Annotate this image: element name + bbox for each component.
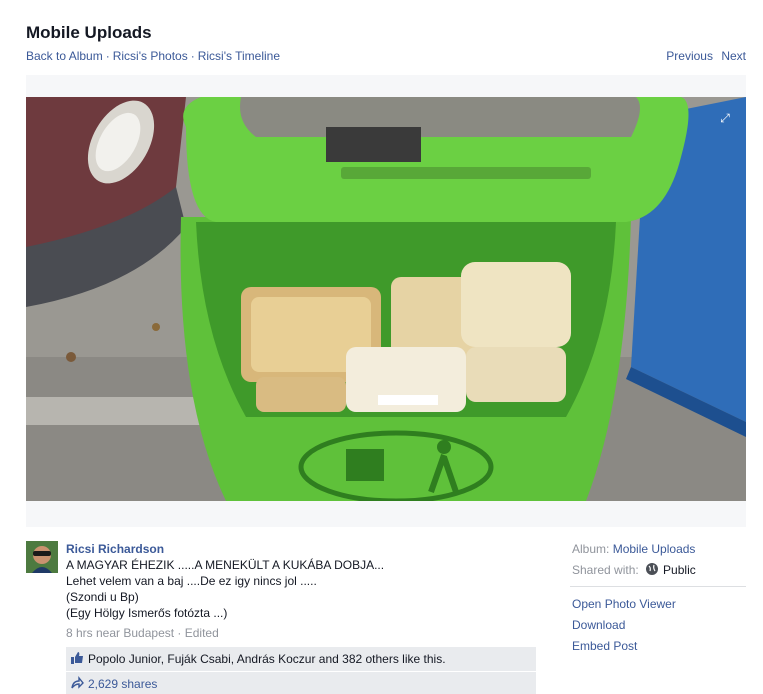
likes-summary: Popolo Junior, Fuják Csabi, András Koczu… <box>66 647 536 671</box>
breadcrumb-separator: · <box>105 49 110 63</box>
breadcrumb: Back to Album · Ricsi's Photos · Ricsi's Tim… <box>26 49 280 63</box>
timeline-link[interactable]: Ricsi's Timeline <box>198 49 280 63</box>
photo[interactable]: ⤢ <box>26 97 746 501</box>
album-title: Mobile Uploads <box>26 23 152 42</box>
post-content: Ricsi Richardson A MAGYAR ÉHEZIK .....A … <box>66 541 536 641</box>
embed-post-link[interactable]: Embed Post <box>572 638 746 654</box>
photos-link[interactable]: Ricsi's Photos <box>113 49 188 63</box>
divider <box>570 586 746 587</box>
post-text-line: Lehet velem van a baj ....De ez igy ninc… <box>66 574 317 588</box>
avatar[interactable] <box>26 541 58 573</box>
album-label: Album: <box>572 542 610 556</box>
back-to-album-link[interactable]: Back to Album <box>26 49 103 63</box>
post-text-line: A MAGYAR ÉHEZIK .....A MENEKÜLT A KUKÁBA… <box>66 558 385 572</box>
photo-image <box>26 97 746 501</box>
shares-count[interactable]: 2,629 shares <box>88 677 157 691</box>
avatar-image <box>26 541 58 573</box>
breadcrumb-separator: · <box>190 49 195 63</box>
next-link[interactable]: Next <box>721 49 746 63</box>
album-link[interactable]: Mobile Uploads <box>613 542 696 556</box>
author-name[interactable]: Ricsi Richardson <box>66 541 536 557</box>
privacy-info: Shared with: Public <box>572 562 746 578</box>
post-meta: 8 hrs near Budapest · Edited <box>66 626 219 640</box>
shares-summary: 2,629 shares <box>66 672 536 694</box>
edited-label[interactable]: Edited <box>185 626 219 640</box>
globe-icon[interactable] <box>645 562 659 576</box>
shared-label: Shared with: <box>572 563 639 577</box>
post-time[interactable]: 8 hrs near Budapest <box>66 626 174 640</box>
post-text-line: (Egy Hölgy Ismerős fotózta ...) <box>66 606 228 620</box>
album-info: Album: Mobile Uploads <box>572 541 746 557</box>
photo-info: Album: Mobile Uploads Shared with: Publi… <box>570 541 746 659</box>
photo-stage: ⤢ <box>26 75 746 527</box>
previous-link[interactable]: Previous <box>666 49 713 63</box>
like-icon <box>71 652 83 664</box>
share-icon <box>71 676 84 689</box>
privacy-value: Public <box>663 563 696 577</box>
photo-pager: Previous Next <box>661 49 746 63</box>
post-text-line: (Szondi u Bp) <box>66 590 139 604</box>
open-photo-viewer-link[interactable]: Open Photo Viewer <box>572 596 746 612</box>
expand-icon[interactable]: ⤢ <box>718 111 732 125</box>
likes-text[interactable]: Popolo Junior, Fuják Csabi, András Koczu… <box>88 652 446 666</box>
download-link[interactable]: Download <box>572 617 746 633</box>
